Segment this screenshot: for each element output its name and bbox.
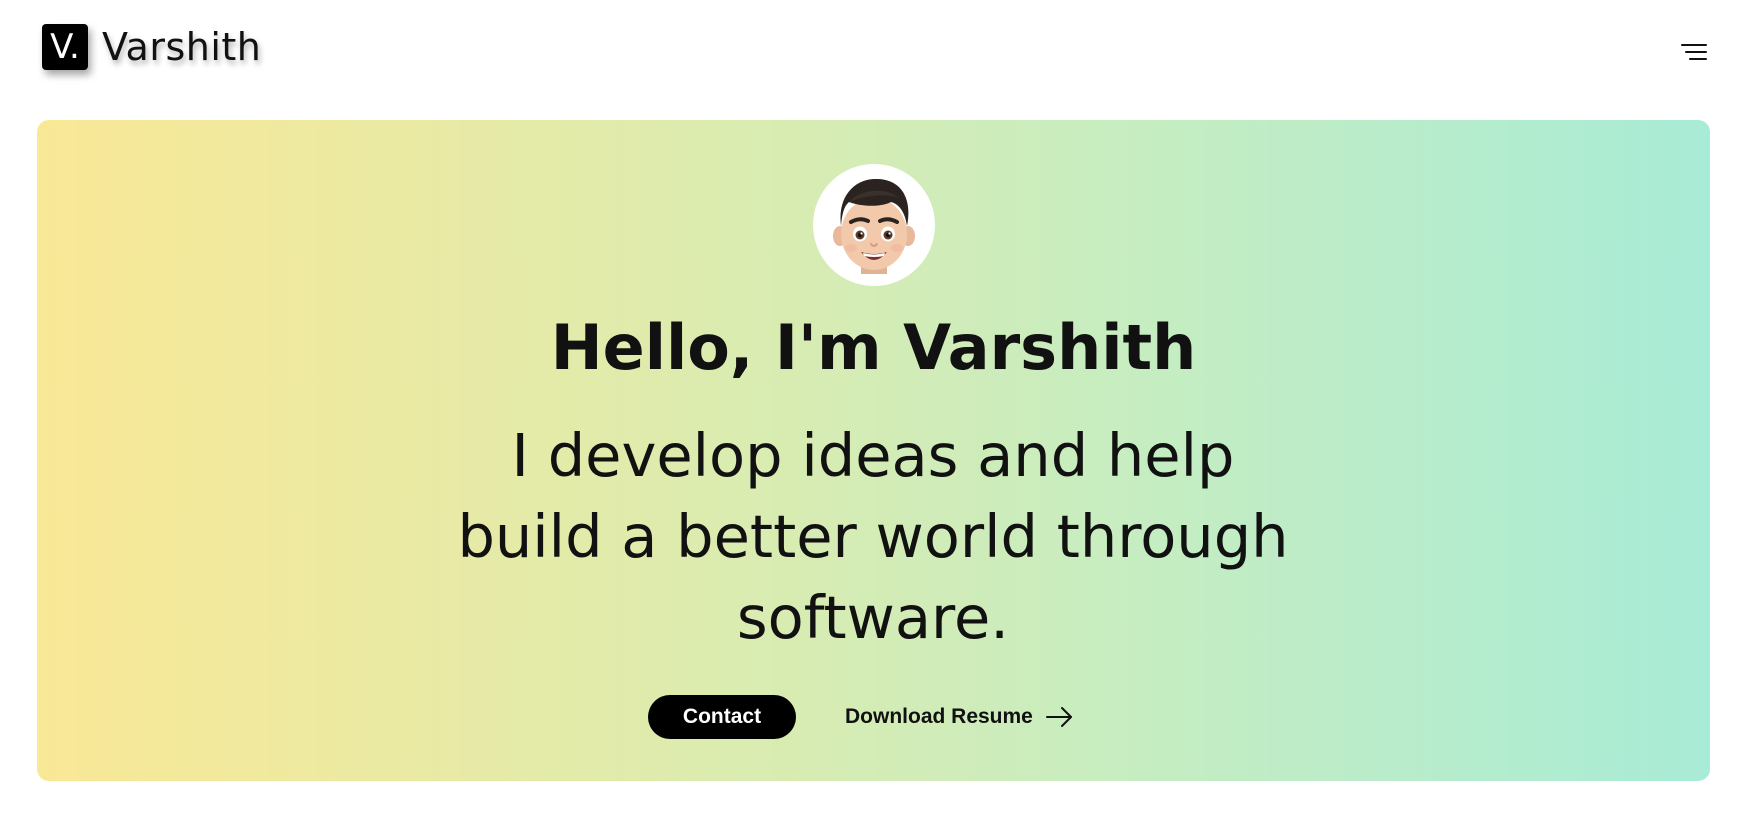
site-header: V. Varshith [0,0,1752,110]
logo-mark: V. [42,24,88,70]
hero-tagline: I develop ideas and help build a better … [373,415,1373,658]
memoji-avatar-icon [833,178,915,274]
download-resume-label: Download Resume [845,705,1033,728]
arrow-right-icon [1045,705,1075,729]
download-resume-link[interactable]: Download Resume [845,695,1075,739]
tagline-line: I develop ideas and help [511,421,1235,490]
contact-button[interactable]: Contact [648,695,796,739]
logo-text: Varshith [102,25,262,69]
cta-row: Contact Download Resume [37,695,1710,739]
tagline-line: build a better world through [457,502,1289,571]
page: V. Varshith Hello, I'm Varshith I develo… [0,0,1752,830]
hero-greeting: Hello, I'm Varshith [550,311,1197,384]
menu-button[interactable] [1680,40,1708,64]
logo-link[interactable]: V. Varshith [42,24,261,70]
avatar [813,164,935,286]
hamburger-menu-icon [1681,44,1707,60]
hero-section: Hello, I'm Varshith I develop ideas and … [37,120,1710,781]
tagline-line: software. [736,583,1010,652]
